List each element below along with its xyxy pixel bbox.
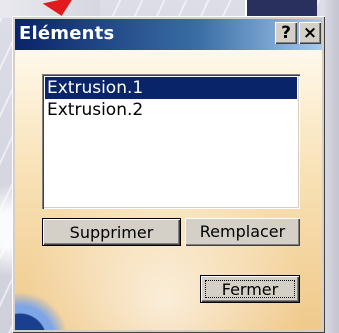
desktop-background: Eléments ? × Extrusion.1 Extrusion.2 Sup…: [0, 0, 339, 333]
close-button[interactable]: ×: [299, 22, 321, 44]
elements-dialog: Eléments ? × Extrusion.1 Extrusion.2 Sup…: [12, 16, 325, 333]
background-window-strip-side: [325, 0, 339, 333]
dialog-content: Extrusion.1 Extrusion.2 Supprimer Rempla…: [15, 50, 322, 330]
close-icon: ×: [302, 23, 318, 43]
elements-listbox[interactable]: Extrusion.1 Extrusion.2: [42, 74, 300, 209]
dialog-title: Eléments: [19, 23, 115, 44]
fermer-button-label: Fermer: [221, 280, 279, 299]
supprimer-button[interactable]: Supprimer: [42, 218, 181, 246]
dialog-titlebar[interactable]: Eléments ? ×: [15, 19, 322, 50]
question-mark-icon: ?: [281, 23, 291, 43]
list-item-extrusion-1[interactable]: Extrusion.1: [45, 77, 297, 99]
list-item-extrusion-2[interactable]: Extrusion.2: [45, 99, 297, 121]
remplacer-button[interactable]: Remplacer: [185, 218, 300, 246]
fermer-button[interactable]: Fermer: [200, 275, 300, 303]
help-button[interactable]: ?: [275, 22, 297, 44]
